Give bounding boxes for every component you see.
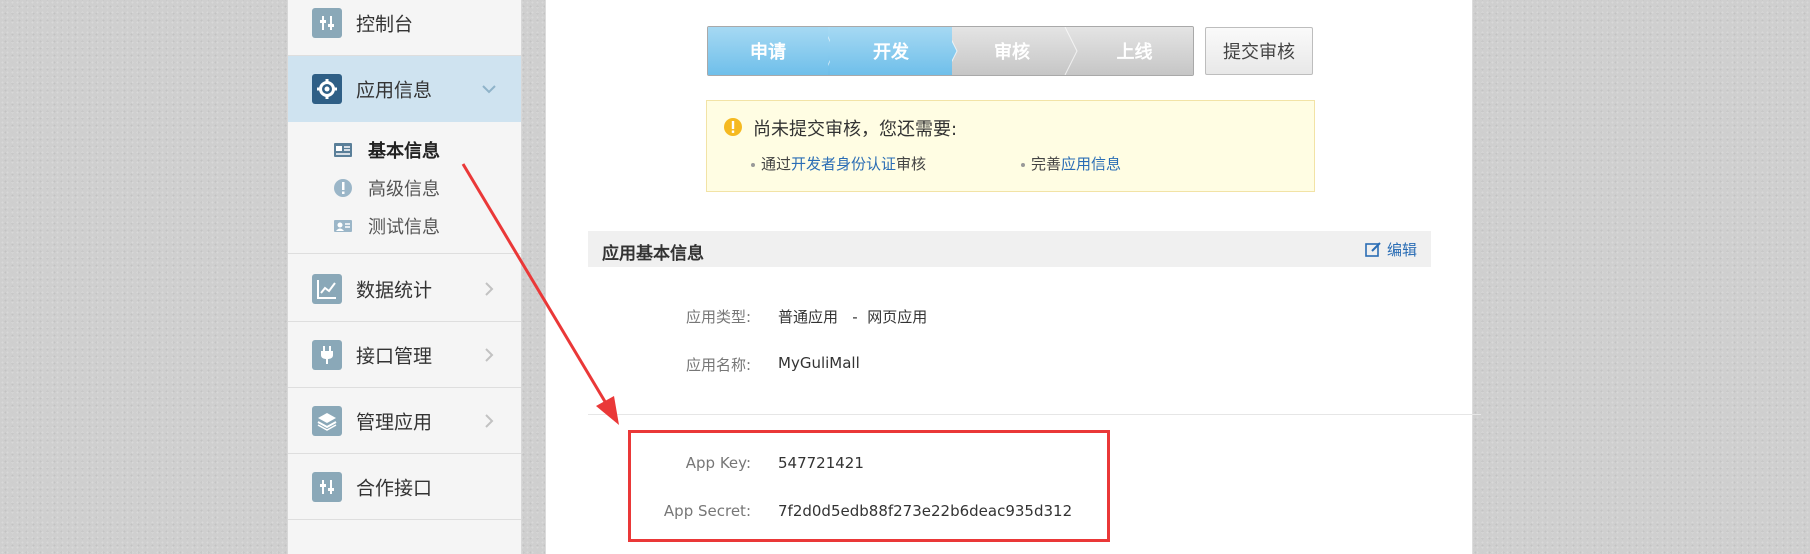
progress-steps: 申请 开发 审核 上线 <box>707 26 1194 76</box>
edit-label: 编辑 <box>1386 241 1417 259</box>
app-info-submenu: 基本信息 高级信息 测试信息 <box>288 122 521 254</box>
sidebar-item-app-info[interactable]: 应用信息 <box>288 56 521 122</box>
notice-text: 尚未提交审核，您还需要: <box>753 119 958 140</box>
app-type-label: 应用类型: <box>685 308 751 326</box>
layers-icon <box>312 405 342 436</box>
sidebar-item-label: 接口管理 <box>356 345 433 367</box>
sliders-icon <box>312 471 342 502</box>
section-title: 应用基本信息 <box>602 244 704 264</box>
submenu-item-advanced-info[interactable]: 高级信息 <box>288 170 521 206</box>
chevron-right-icon <box>485 413 494 428</box>
sidebar-item-label: 控制台 <box>356 13 414 35</box>
edit-icon <box>1365 242 1381 257</box>
notice-item-suffix: 审核 <box>896 155 927 173</box>
notice-item-prefix: 完善 <box>1031 155 1062 173</box>
gear-icon <box>312 74 342 104</box>
sliders-icon <box>312 7 342 38</box>
submenu-item-label: 测试信息 <box>368 217 440 238</box>
submenu-item-label: 高级信息 <box>368 179 440 200</box>
notice-box: 尚未提交审核，您还需要: 通过开发者身份认证审核 完善应用信息 <box>706 100 1315 192</box>
app-name-label: 应用名称: <box>685 356 751 374</box>
field-app-name: 应用名称: MyGuliMall <box>546 354 1474 378</box>
plug-icon <box>312 339 342 370</box>
main-panel: 申请 开发 审核 上线 提交审核 尚未提交审核，您还需要: 通过开发者身份认证审… <box>545 0 1481 554</box>
person-card-icon <box>334 220 352 232</box>
field-app-type: 应用类型: 普通应用 - 网页应用 <box>546 306 1474 330</box>
chart-icon <box>312 273 342 304</box>
chevron-right-icon <box>485 281 494 296</box>
id-card-icon <box>334 143 352 157</box>
edit-button[interactable]: 编辑 <box>1365 239 1417 260</box>
chevron-right-icon <box>485 347 494 362</box>
divider <box>588 414 1481 415</box>
step-online: 上线 <box>1116 42 1153 63</box>
sidebar-item-manage-apps[interactable]: 管理应用 <box>288 388 521 454</box>
notice-item-prefix: 通过 <box>761 155 792 173</box>
sidebar-item-api-management[interactable]: 接口管理 <box>288 322 521 388</box>
submenu-item-label: 基本信息 <box>368 141 440 162</box>
step-develop: 开发 <box>830 27 952 75</box>
sidebar-item-label: 管理应用 <box>356 411 433 433</box>
submit-review-button[interactable]: 提交审核 <box>1205 27 1313 75</box>
sidebar-item-label: 应用信息 <box>356 79 433 102</box>
section-header: 应用基本信息 编辑 <box>588 231 1431 267</box>
app-type-value: 普通应用 - 网页应用 <box>778 308 928 326</box>
app-name-value: MyGuliMall <box>778 354 860 372</box>
sidebar: 控制台 应用信息 基本信息 高级信息 测试信息 数据统计 接口管理 管理应用 合… <box>287 0 522 554</box>
submenu-item-test-info[interactable]: 测试信息 <box>288 208 521 244</box>
annotation-highlight-box <box>628 430 1110 542</box>
bullet-icon <box>751 162 755 167</box>
chevron-down-icon <box>482 85 496 94</box>
submenu-item-basic-info[interactable]: 基本信息 <box>288 132 521 168</box>
sidebar-item-statistics[interactable]: 数据统计 <box>288 256 521 322</box>
step-apply: 申请 <box>708 27 828 75</box>
bullet-icon <box>1021 162 1025 167</box>
warning-icon <box>724 118 742 136</box>
sidebar-item-partner-api[interactable]: 合作接口 <box>288 454 521 520</box>
notice-item-app-info: 完善应用信息 <box>1021 153 1121 174</box>
notice-item-certification: 通过开发者身份认证审核 <box>751 153 926 174</box>
app-info-link[interactable]: 应用信息 <box>1061 155 1121 173</box>
sidebar-item-label: 数据统计 <box>356 279 433 301</box>
sidebar-item-label: 合作接口 <box>356 477 433 499</box>
info-icon <box>334 179 352 197</box>
sidebar-item-console[interactable]: 控制台 <box>288 0 521 56</box>
developer-certification-link[interactable]: 开发者身份认证 <box>791 155 896 173</box>
step-review: 审核 <box>994 42 1030 63</box>
